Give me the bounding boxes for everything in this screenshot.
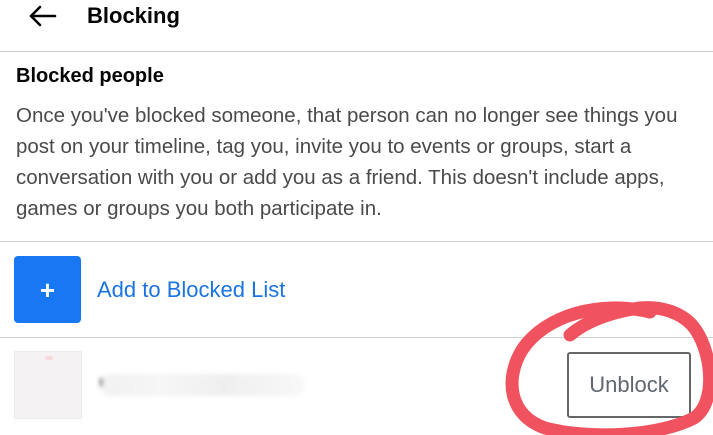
add-to-blocked-list-link[interactable]: Add to Blocked List <box>97 276 285 304</box>
back-button[interactable] <box>24 0 60 32</box>
top-bar: Blocking <box>0 0 713 52</box>
page-title: Blocking <box>87 3 180 28</box>
section-description: Once you've blocked someone, that person… <box>16 104 678 220</box>
blocked-person-row: Unblock <box>0 338 713 435</box>
section-title: Blocked people <box>16 65 164 87</box>
blocking-settings-page: Blocking Blocked people Once you've bloc… <box>0 0 713 435</box>
unblock-button[interactable]: Unblock <box>567 352 691 418</box>
avatar <box>14 351 82 419</box>
arrow-left-icon <box>29 5 57 27</box>
blocked-people-section: Blocked people Once you've blocked someo… <box>0 52 713 242</box>
blurred-person-name <box>100 374 305 396</box>
add-to-blocked-list-row[interactable]: + Add to Blocked List <box>0 242 713 338</box>
plus-icon: + <box>39 274 56 305</box>
add-blocked-button[interactable]: + <box>14 256 81 323</box>
